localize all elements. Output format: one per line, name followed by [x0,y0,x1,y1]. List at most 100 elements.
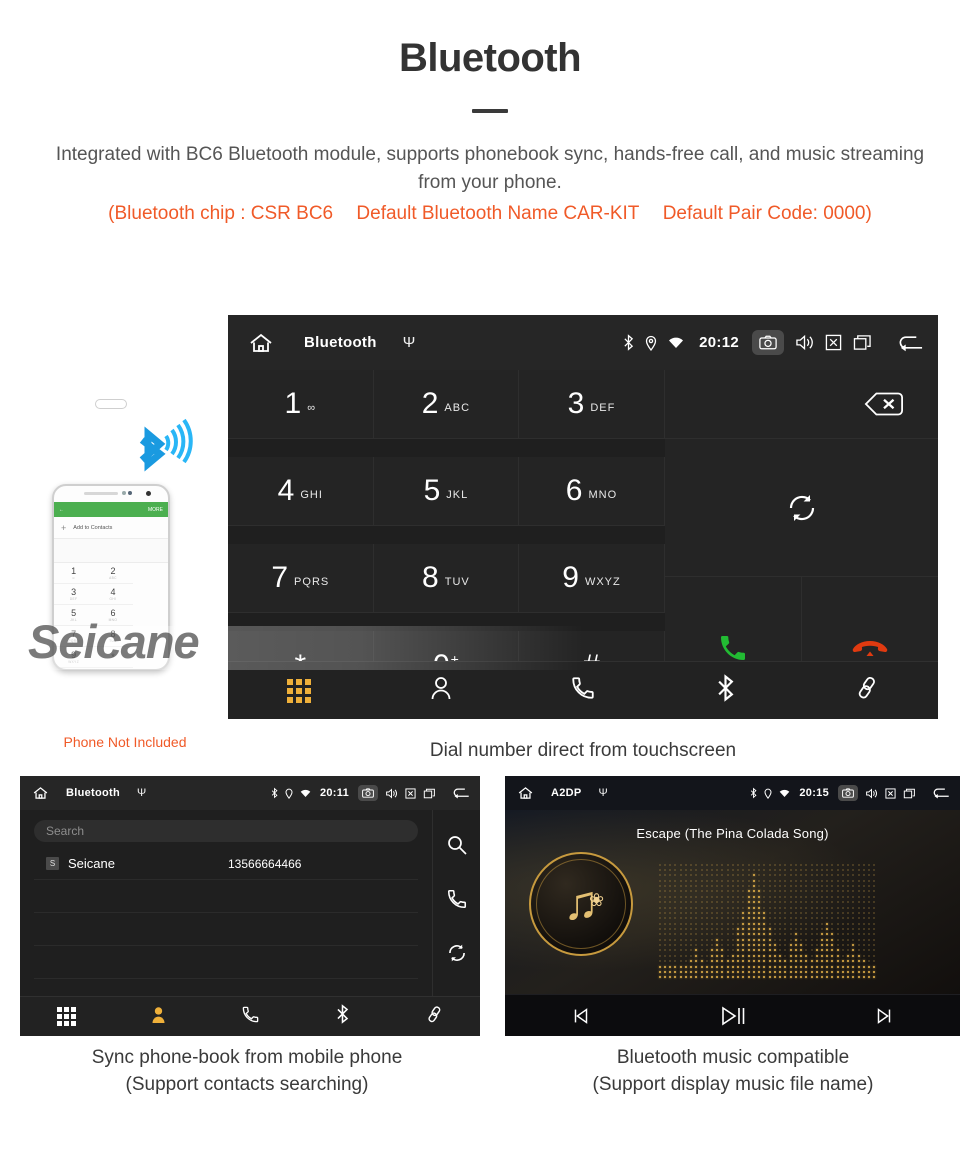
recents-icon[interactable] [423,788,436,799]
spectrum-dot [873,917,876,920]
dial-key-digit: 1 [284,387,302,420]
spectrum-dot [705,970,708,973]
spectrum-dot [873,911,876,914]
nav-item-keypad[interactable] [20,1007,112,1026]
spectrum-dot [857,895,860,898]
spectrum-dot [663,954,666,957]
spectrum-dot [684,960,687,963]
dial-key-letters: ∞ [307,402,317,414]
spectrum-dot [784,970,787,973]
spectrum-dot [794,938,797,941]
spectrum-dot [862,911,865,914]
camera-icon[interactable] [752,330,784,355]
home-icon[interactable] [32,786,49,800]
spectrum-dot [836,895,839,898]
spectrum-dot [674,869,677,872]
spectrum-dot [721,944,724,947]
spectrum-dot [857,917,860,920]
nav-item-call-log[interactable] [204,1005,296,1029]
next-track-button[interactable] [808,1005,960,1027]
spectrum-dot [758,874,761,877]
volume-icon[interactable] [385,787,398,799]
spectrum-dot [831,885,834,888]
previous-track-button[interactable] [505,1005,657,1027]
spectrum-dot [800,885,803,888]
back-arrow-icon[interactable] [897,334,924,352]
search-input[interactable]: Search [34,820,418,842]
dial-key-5[interactable]: 5 JKL [373,457,520,526]
spectrum-dot [852,944,855,947]
dial-key-9[interactable]: 9 WXYZ [519,544,665,613]
spectrum-dot [721,895,724,898]
recents-icon[interactable] [853,334,872,351]
camera-icon[interactable] [838,785,858,801]
call-icon[interactable] [446,888,468,915]
spectrum-dot [800,938,803,941]
nav-item-bluetooth[interactable] [654,674,796,707]
spectrum-dot [752,944,755,947]
spectrum-dot [836,917,839,920]
dial-key-7[interactable]: 7 PQRS [228,544,374,613]
home-icon[interactable] [248,332,278,354]
spectrum-dot [862,890,865,893]
close-box-icon[interactable] [405,787,416,799]
nav-item-link[interactable] [796,675,938,706]
dial-key-6[interactable]: 6 MNO [519,457,665,526]
spectrum-dot [773,944,776,947]
spectrum-dot [857,890,860,893]
back-arrow-icon[interactable] [452,787,470,799]
dial-key-3[interactable]: 3 DEF [519,370,665,439]
spectrum-dot [820,922,823,925]
spectrum-dot [663,895,666,898]
spectrum-dot [768,933,771,936]
nav-item-bluetooth[interactable] [296,1004,388,1029]
dial-key-2[interactable]: 2 ABC [373,370,520,439]
home-icon[interactable] [517,786,534,800]
nav-item-contacts[interactable] [370,675,512,706]
search-icon[interactable] [446,834,468,861]
close-box-icon[interactable] [885,787,896,799]
spectrum-dot [826,863,829,866]
backspace-icon[interactable] [665,370,938,439]
spectrum-dot [658,954,661,957]
spectrum-dot [663,863,666,866]
spectrum-dot [800,895,803,898]
spectrum-dot [726,928,729,931]
spectrum-dot [815,874,818,877]
sync-icon[interactable] [665,439,938,577]
spectrum-dot [705,954,708,957]
spectrum-dot [815,928,818,931]
dial-key-8[interactable]: 8 TUV [373,544,520,613]
spectrum-dot [700,879,703,882]
spectrum-dot [669,944,672,947]
nav-item-call-log[interactable] [512,675,654,706]
dial-key-1[interactable]: 1 ∞ [228,370,374,439]
camera-icon[interactable] [358,785,378,801]
spectrum-dot [768,917,771,920]
spectrum-dot [700,970,703,973]
sync-icon[interactable] [446,942,468,969]
recents-icon[interactable] [903,788,916,799]
spectrum-dot [658,933,661,936]
dial-key-4[interactable]: 4 GHI [228,457,374,526]
spectrum-dot [752,911,755,914]
bluetooth-icon [271,787,278,799]
spectrum-dot [794,906,797,909]
spectrum-dot [763,885,766,888]
close-box-icon[interactable] [825,334,842,351]
back-arrow-icon[interactable] [932,787,950,799]
nav-item-keypad[interactable] [228,678,370,703]
spectrum-dot [815,965,818,968]
spectrum-dot [862,928,865,931]
spectrum-dot [841,944,844,947]
play-pause-button[interactable] [657,1002,809,1030]
volume-icon[interactable] [865,787,878,799]
volume-icon[interactable] [795,334,814,351]
spectrum-dot [768,863,771,866]
spectrum-dot [663,901,666,904]
dial-key-letters: PQRS [294,576,330,588]
phone-key-hash: # [93,668,132,669]
nav-item-contacts[interactable] [112,1005,204,1029]
nav-item-link[interactable] [388,1005,480,1029]
contact-row[interactable]: S Seicane 13566664466 [34,848,418,880]
